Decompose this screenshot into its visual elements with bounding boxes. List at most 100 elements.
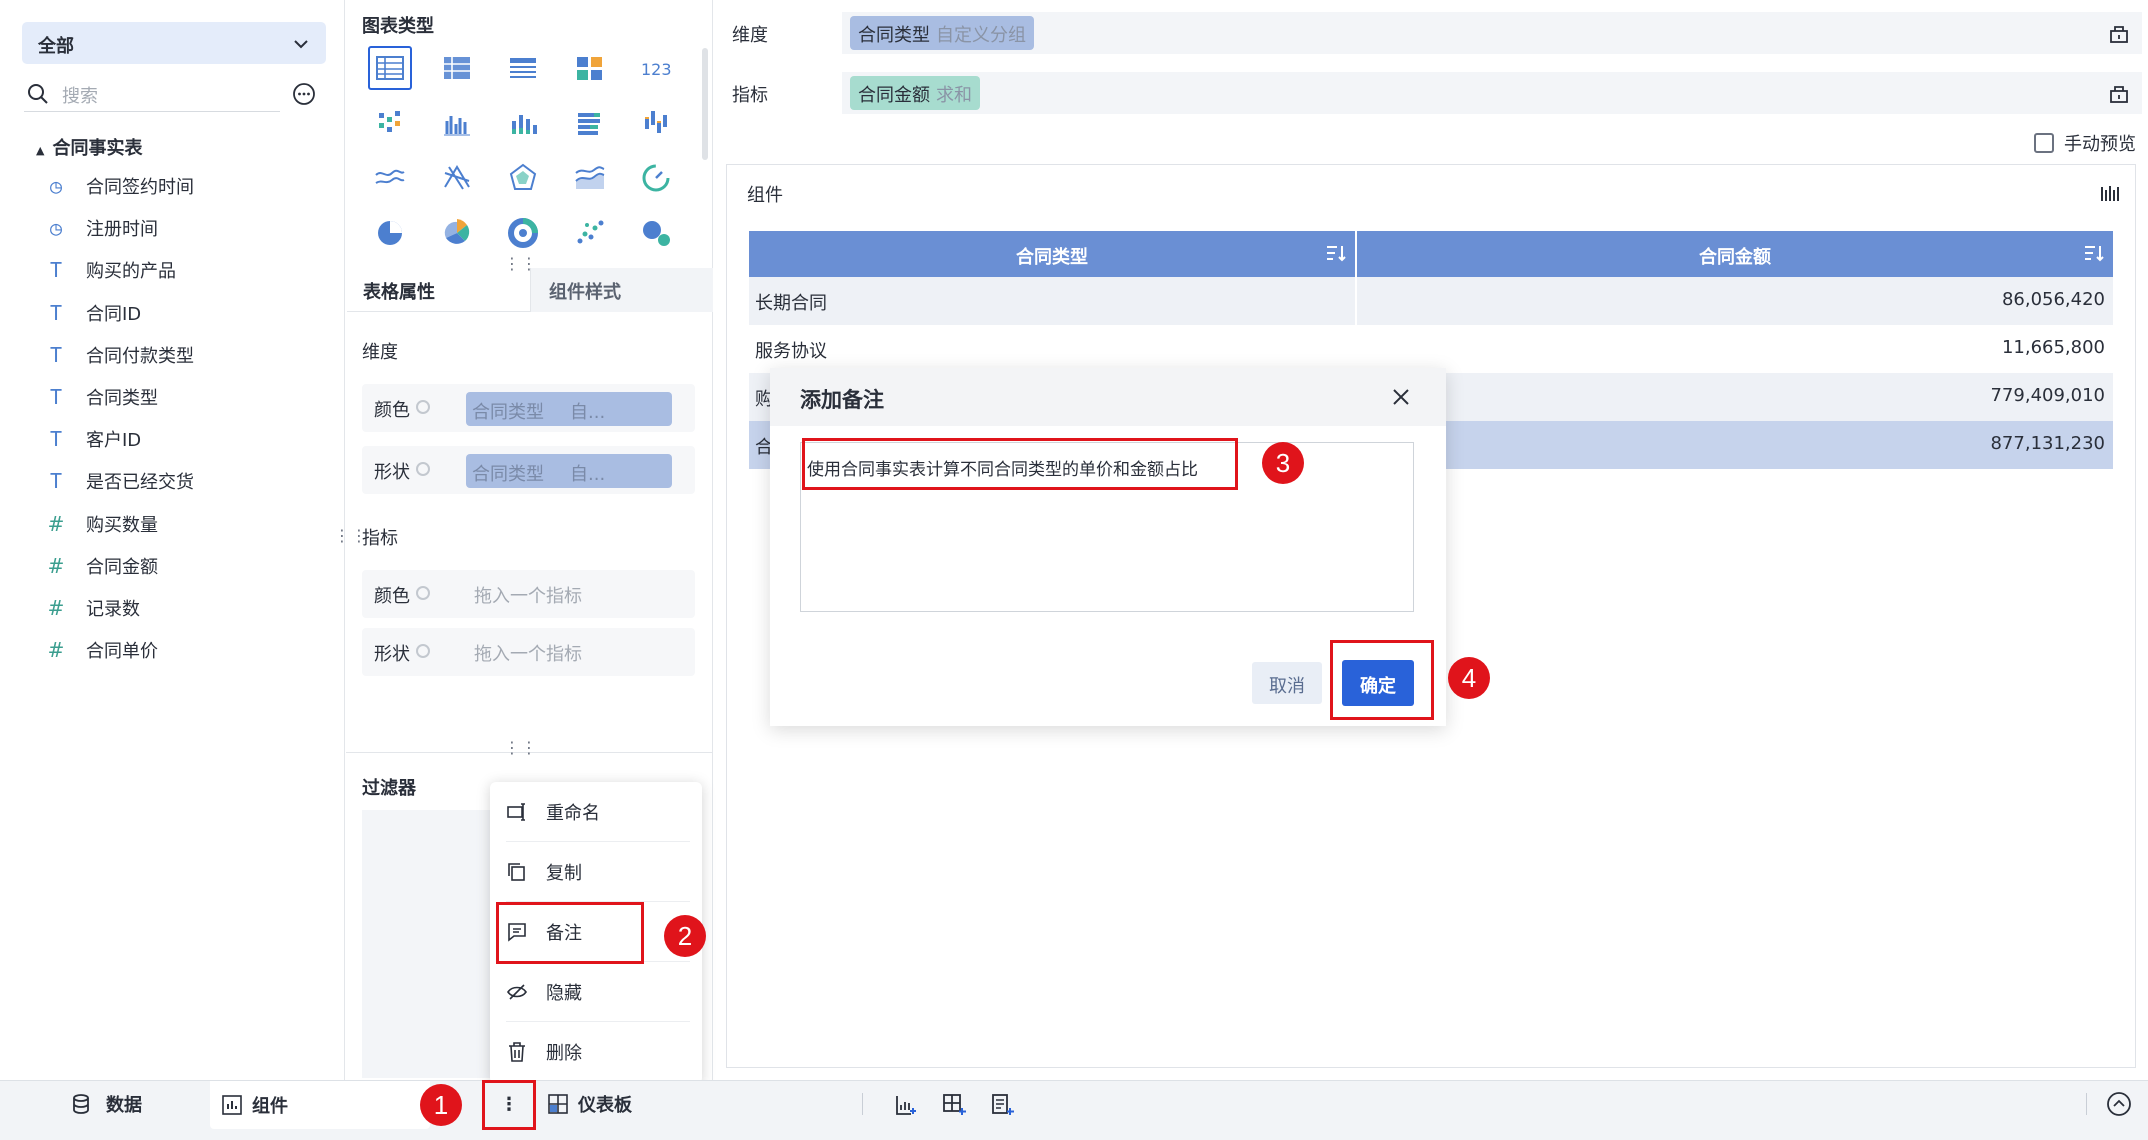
- scope-select-value: 全部: [38, 36, 74, 57]
- cell-contract-amount: 11,665,800: [2001, 337, 2105, 358]
- menu-item[interactable]: 复制: [506, 842, 690, 902]
- field-label: 购买的产品: [86, 261, 176, 283]
- pill-field: 合同金额: [858, 85, 930, 106]
- add-report-icon[interactable]: [990, 1093, 1014, 1117]
- add-dashboard-icon[interactable]: [942, 1093, 966, 1117]
- indicator-bar: 指标 合同金额 求和: [716, 72, 2142, 114]
- menu-item[interactable]: 删除: [506, 1022, 690, 1082]
- indicator-shape-slot[interactable]: 形状 拖入一个指标: [362, 628, 695, 676]
- search-input[interactable]: 搜索: [24, 78, 280, 112]
- annotation-box: [482, 1080, 536, 1130]
- table-chart-icon[interactable]: [368, 46, 412, 90]
- scatter-chart-icon[interactable]: [568, 210, 612, 254]
- tab-table-properties[interactable]: 表格属性: [363, 278, 435, 304]
- chart-settings-icon[interactable]: [2099, 183, 2121, 205]
- sort-icon[interactable]: [2083, 243, 2105, 263]
- detail-table-icon[interactable]: [501, 46, 545, 90]
- pie-chart-icon[interactable]: [368, 210, 412, 254]
- cancel-button[interactable]: 取消: [1252, 662, 1322, 704]
- table-row[interactable]: 服务协议 11,665,800: [749, 325, 2113, 373]
- trash-icon: [509, 1042, 525, 1062]
- drag-handle[interactable]: ⋮⋮: [504, 256, 538, 272]
- field-item[interactable]: ◷ 注册时间: [44, 213, 158, 243]
- field-item[interactable]: T 合同付款类型: [44, 340, 194, 370]
- indicator-bar-label: 指标: [732, 85, 768, 106]
- collapse-up-icon[interactable]: [2106, 1091, 2132, 1117]
- indicator-pill[interactable]: 合同金额 求和: [850, 76, 980, 110]
- gear-icon[interactable]: [416, 462, 430, 476]
- annotation-box: [1330, 640, 1434, 720]
- field-item[interactable]: T 购买的产品: [44, 255, 176, 285]
- grouped-bar-icon[interactable]: [435, 101, 479, 145]
- gear-icon[interactable]: [416, 400, 430, 414]
- dimension-chip[interactable]: 合同类型 自...: [466, 454, 672, 488]
- bubble-chart-icon[interactable]: [634, 210, 678, 254]
- sort-icon[interactable]: [1325, 243, 1347, 263]
- add-component-icon[interactable]: [894, 1093, 918, 1117]
- column-header[interactable]: 合同金额: [1357, 231, 2113, 277]
- dimension-chip[interactable]: 合同类型 自...: [466, 392, 672, 426]
- menu-item-label: 重命名: [546, 802, 600, 824]
- tab-component[interactable]: 组件: [210, 1081, 430, 1129]
- grouped-scatter-icon[interactable]: [368, 101, 412, 145]
- lock-layout-icon[interactable]: [2108, 22, 2130, 44]
- gear-icon[interactable]: [416, 644, 430, 658]
- field-item[interactable]: T 合同ID: [44, 298, 141, 328]
- donut-chart-icon[interactable]: [501, 210, 545, 254]
- field-item[interactable]: # 合同金额: [44, 551, 158, 581]
- kpi-card-icon[interactable]: [568, 46, 612, 90]
- cross-table-icon[interactable]: [435, 46, 479, 90]
- field-item[interactable]: T 合同类型: [44, 382, 158, 412]
- manual-preview-toggle[interactable]: 手动预览: [2034, 130, 2136, 156]
- menu-item[interactable]: 隐藏: [506, 962, 690, 1022]
- field-item[interactable]: T 客户ID: [44, 424, 141, 454]
- field-item[interactable]: # 记录数: [44, 593, 140, 623]
- table-node[interactable]: ▲ 合同事实表: [36, 134, 142, 160]
- annotation-box: [496, 902, 644, 964]
- column-divider: [1355, 277, 1357, 325]
- line-chart-icon[interactable]: [368, 155, 412, 199]
- manual-preview-checkbox[interactable]: [2034, 133, 2054, 153]
- more-options-icon[interactable]: [292, 82, 316, 106]
- dimension-pill[interactable]: 合同类型 自定义分组: [850, 16, 1034, 50]
- tab-dashboard[interactable]: 仪表板: [548, 1081, 632, 1127]
- field-item[interactable]: ◷ 合同签约时间: [44, 171, 194, 201]
- rose-chart-icon[interactable]: [435, 210, 479, 254]
- field-item[interactable]: # 合同单价: [44, 635, 158, 665]
- drag-handle[interactable]: ⋮⋮: [504, 740, 538, 756]
- stacked-bar-icon[interactable]: [501, 101, 545, 145]
- parallel-chart-icon[interactable]: [435, 155, 479, 199]
- radar-chart-icon[interactable]: [501, 155, 545, 199]
- scope-select[interactable]: 全部: [22, 22, 326, 64]
- indicator-color-slot[interactable]: 颜色 拖入一个指标: [362, 570, 695, 618]
- field-item[interactable]: T 是否已经交货: [44, 466, 194, 496]
- tab-component-style[interactable]: 组件样式: [530, 268, 713, 312]
- dimension-color-slot[interactable]: 颜色 合同类型 自...: [362, 384, 695, 432]
- chip-suffix: 自...: [570, 402, 606, 423]
- field-item[interactable]: # 购买数量: [44, 509, 158, 539]
- table-row[interactable]: 长期合同 86,056,420: [749, 277, 2113, 325]
- gauge-icon[interactable]: [634, 155, 678, 199]
- filter-drop-area[interactable]: [362, 810, 492, 1078]
- cell-contract-amount: 877,131,230: [1990, 433, 2105, 454]
- dimension-shape-slot[interactable]: 形状 合同类型 自...: [362, 446, 695, 494]
- gear-icon[interactable]: [416, 586, 430, 600]
- annotation-badge: 1: [420, 1084, 462, 1126]
- column-header[interactable]: 合同类型: [749, 231, 1355, 277]
- slot-label: 形状: [374, 462, 410, 483]
- menu-item[interactable]: 重命名: [506, 782, 690, 842]
- close-icon[interactable]: [1390, 386, 1412, 408]
- number-type-icon: #: [47, 553, 65, 578]
- dimension-drop-zone[interactable]: [842, 12, 2142, 54]
- text-type-icon: T: [49, 469, 63, 494]
- filter-title: 过滤器: [362, 778, 416, 799]
- indicator-drop-zone[interactable]: [842, 72, 2142, 114]
- horizontal-bar-icon[interactable]: [568, 101, 612, 145]
- tab-data[interactable]: 数据: [70, 1081, 142, 1127]
- number-indicator-icon[interactable]: 123: [634, 46, 678, 90]
- range-bar-icon[interactable]: [634, 101, 678, 145]
- lock-layout-icon[interactable]: [2108, 82, 2130, 104]
- field-label: 是否已经交货: [86, 472, 194, 494]
- chart-list-scrollbar[interactable]: [702, 48, 708, 160]
- area-chart-icon[interactable]: [568, 155, 612, 199]
